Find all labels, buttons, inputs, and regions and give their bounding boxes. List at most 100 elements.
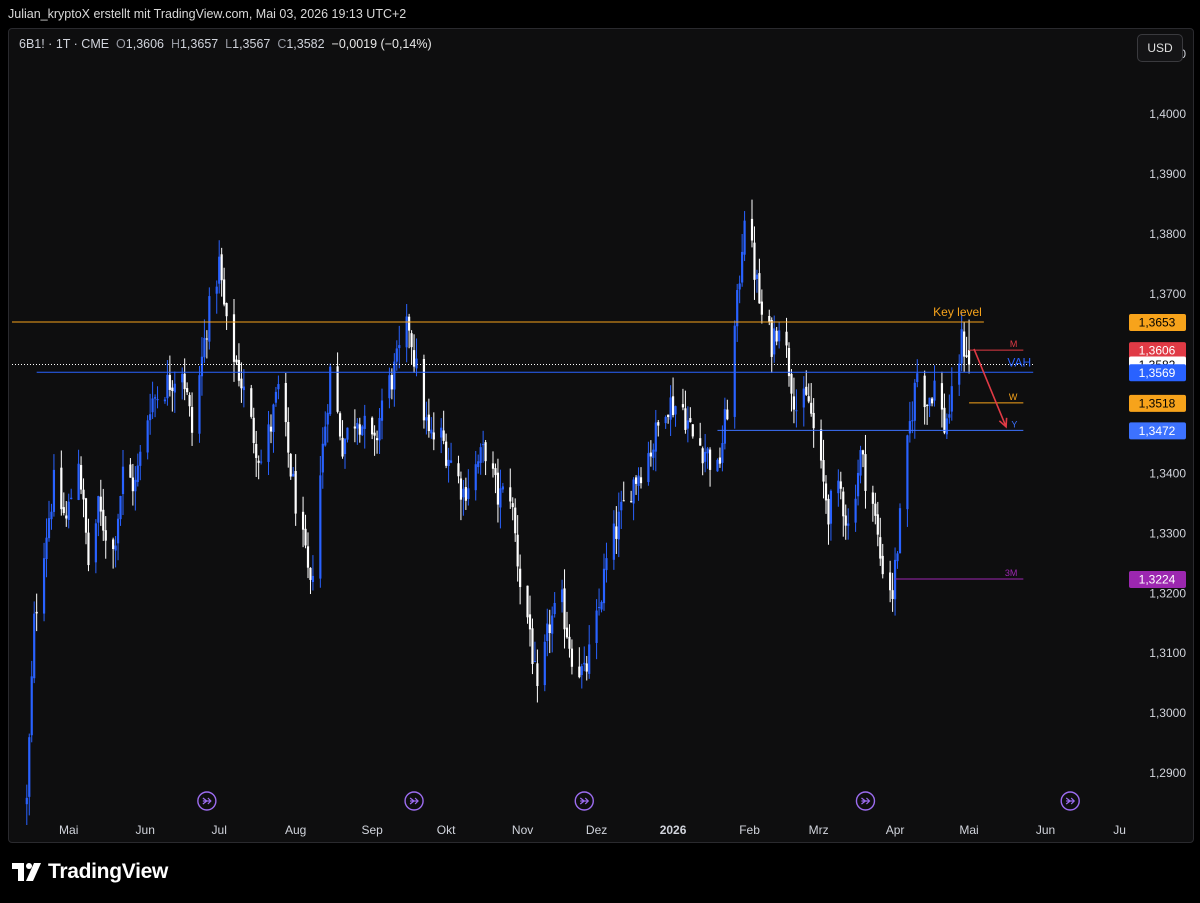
candle <box>716 458 719 472</box>
candle-body <box>223 279 226 305</box>
candle-body <box>252 417 255 443</box>
candle-body <box>294 470 297 514</box>
candle-body <box>484 442 487 462</box>
candles-layer <box>25 199 971 826</box>
candle-body <box>237 359 241 381</box>
candle <box>514 498 517 542</box>
candle <box>284 373 287 437</box>
candle <box>79 456 83 495</box>
candle-body <box>847 523 850 526</box>
candle-body <box>114 545 117 551</box>
candle-body <box>242 386 245 391</box>
candle <box>289 453 292 480</box>
candle <box>691 423 694 439</box>
candle <box>689 407 692 423</box>
candle-body <box>304 528 307 546</box>
candle <box>272 403 275 453</box>
candle-body <box>35 611 38 614</box>
candle-body <box>654 422 657 452</box>
candle <box>543 634 546 692</box>
open-label: O <box>116 37 126 51</box>
tradingview-logo[interactable]: TradingView <box>12 860 168 884</box>
candle-body <box>447 459 450 467</box>
candle <box>240 362 243 403</box>
candle-body <box>733 325 736 417</box>
candle-body <box>511 503 514 508</box>
price-labels-layer: 1,36531,36061,35821,35691,35181,34721,32… <box>1129 313 1186 588</box>
candle-body <box>871 492 874 504</box>
candle <box>733 320 736 429</box>
candle <box>67 493 70 529</box>
candle-body <box>896 553 899 562</box>
candle <box>533 641 537 663</box>
candle <box>390 368 393 400</box>
candle-body <box>669 397 672 420</box>
candle <box>146 415 149 460</box>
candle-body <box>47 518 51 539</box>
candle-body <box>716 459 719 472</box>
candle <box>721 425 724 472</box>
candle-body <box>52 469 56 512</box>
event-marker-icon <box>574 791 594 811</box>
candle <box>405 304 408 363</box>
candle <box>859 445 862 484</box>
candle-body <box>874 503 877 516</box>
candle <box>430 417 433 439</box>
candle-body <box>837 480 840 494</box>
candle <box>255 430 258 477</box>
candle-body <box>967 350 971 365</box>
candle-body <box>153 397 157 399</box>
axes-layer: 1,41001,40001,39001,38001,37001,33001,34… <box>1149 47 1186 780</box>
candle-body <box>755 274 759 279</box>
candle-body <box>879 537 882 559</box>
candle <box>208 287 211 350</box>
candle <box>600 600 603 613</box>
candle-body <box>926 404 929 406</box>
ohlc-legend[interactable]: 6B1! · 1T · CME O1,3606 H1,3657 L1,3567 … <box>19 37 432 51</box>
candle-body <box>930 398 934 404</box>
candle-body <box>570 648 574 667</box>
candle-body <box>87 532 90 566</box>
candle <box>153 394 157 418</box>
candle <box>304 514 307 549</box>
candle-body <box>119 495 122 520</box>
candle <box>908 401 911 443</box>
price-label-key-level: 1,3653 <box>1139 315 1176 329</box>
candle <box>415 338 418 377</box>
candle-body <box>356 422 359 429</box>
candle <box>200 337 204 396</box>
candle <box>60 450 63 516</box>
candlestick-chart[interactable]: 1,41001,40001,39001,38001,37001,33001,34… <box>9 29 1193 842</box>
x-tick-label: Ju <box>1113 823 1126 837</box>
candle-body <box>422 358 426 421</box>
currency-button[interactable]: USD <box>1137 34 1183 62</box>
candle-body <box>615 526 618 539</box>
candle <box>948 394 951 424</box>
candle-body <box>272 404 275 433</box>
candle-body <box>99 496 102 512</box>
x-tick-label: Aug <box>285 823 306 837</box>
forecast-arrow <box>973 348 1007 428</box>
candle-body <box>726 409 729 420</box>
candle <box>637 467 640 501</box>
candle <box>324 411 327 447</box>
candle-body <box>805 386 808 395</box>
chart-panel[interactable]: 1,41001,40001,39001,38001,37001,33001,34… <box>8 28 1194 843</box>
candle-body <box>790 373 793 394</box>
candle-body <box>773 328 776 355</box>
candle-body <box>760 301 763 315</box>
candle <box>378 408 381 455</box>
candle-body <box>287 422 290 453</box>
x-tick-label: Sep <box>361 823 383 837</box>
candle-body <box>146 420 149 453</box>
low-value: 1,3567 <box>232 37 271 51</box>
candle <box>166 360 169 406</box>
event-marker-icon <box>1060 791 1080 811</box>
candle <box>112 537 115 569</box>
symbol-label[interactable]: 6B1! · 1T · CME <box>19 37 109 51</box>
candle-body <box>163 399 167 402</box>
candle-body <box>647 453 650 483</box>
candle <box>807 383 810 404</box>
candle-body <box>553 602 556 615</box>
candle-body <box>889 572 892 591</box>
